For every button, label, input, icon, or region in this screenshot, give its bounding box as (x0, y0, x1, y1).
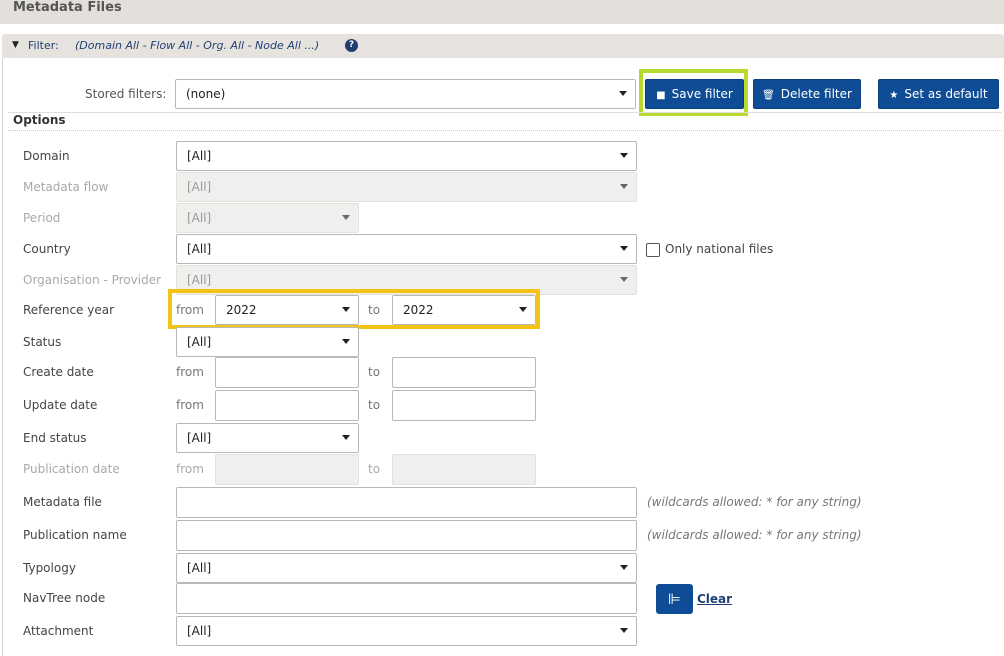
update-date-to-input[interactable] (392, 390, 536, 421)
domain-value: [All] (187, 149, 212, 163)
navtree-label: NavTree node (23, 591, 106, 605)
stored-filters-select[interactable]: (none) (175, 79, 636, 109)
end-status-label: End status (23, 431, 87, 445)
country-label: Country (23, 242, 71, 256)
highlight-reference-year (168, 289, 540, 329)
update-date-to-label: to (368, 398, 381, 412)
create-date-to-label: to (368, 365, 381, 379)
create-date-label: Create date (23, 365, 94, 379)
divider (8, 112, 1002, 113)
status-label: Status (23, 335, 62, 349)
dropdown-arrow-icon (619, 91, 627, 96)
metadata-file-input[interactable] (176, 487, 637, 518)
metadata-file-label: Metadata file (23, 495, 102, 509)
publication-date-to-input (392, 454, 536, 485)
options-title: Options (13, 113, 66, 127)
metadata-flow-value: [All] (187, 180, 212, 194)
clear-link[interactable]: Clear (697, 592, 732, 606)
domain-label: Domain (23, 149, 70, 163)
country-value: [All] (187, 242, 212, 256)
publication-date-label: Publication date (23, 462, 120, 476)
dropdown-arrow-icon (342, 435, 350, 440)
stored-filters-value: (none) (186, 87, 226, 101)
status-value: [All] (187, 335, 212, 349)
typology-label: Typology (23, 561, 76, 575)
page-title: Metadata Files (13, 0, 122, 15)
reference-year-label: Reference year (23, 303, 115, 317)
dropdown-arrow-icon (620, 184, 628, 189)
country-select[interactable]: [All] (176, 234, 637, 264)
create-date-from-input[interactable] (215, 357, 359, 388)
publication-date-from-input (215, 454, 359, 485)
publication-name-input[interactable] (176, 520, 637, 551)
set-default-button[interactable]: ★ Set as default (878, 79, 999, 109)
update-date-label: Update date (23, 398, 98, 412)
update-date-from-input[interactable] (215, 390, 359, 421)
tree-icon: ⊫ (667, 590, 682, 608)
dropdown-arrow-icon (620, 565, 628, 570)
period-select: [All] (176, 203, 359, 233)
publication-date-to-label: to (368, 462, 381, 476)
organisation-value: [All] (187, 273, 212, 287)
dropdown-arrow-icon (620, 277, 628, 282)
page-header: Metadata Files (0, 0, 1004, 24)
create-date-to-input[interactable] (392, 357, 536, 388)
dropdown-arrow-icon (620, 246, 628, 251)
dropdown-arrow-icon (342, 215, 350, 220)
options-divider (8, 130, 1002, 131)
filter-summary: (Domain All - Flow All - Org. All - Node… (75, 39, 320, 52)
tree-picker-button[interactable]: ⊫ (656, 584, 693, 614)
delete-filter-label: Delete filter (780, 87, 852, 101)
set-default-label: Set as default (904, 87, 988, 101)
only-national-label[interactable]: Only national files (665, 242, 773, 256)
dropdown-arrow-icon (620, 153, 628, 158)
attachment-select[interactable]: [All] (176, 616, 637, 646)
metadata-flow-select: [All] (176, 172, 637, 202)
stored-filters-label: Stored filters: (85, 87, 167, 101)
typology-value: [All] (187, 561, 212, 575)
metadata-flow-label: Metadata flow (23, 180, 109, 194)
dropdown-arrow-icon (620, 628, 628, 633)
publication-name-label: Publication name (23, 528, 127, 542)
publication-name-hint: (wildcards allowed: * for any string) (647, 528, 862, 542)
attachment-label: Attachment (23, 624, 94, 638)
create-date-from-label: from (176, 365, 204, 379)
period-value: [All] (187, 211, 212, 225)
metadata-file-hint: (wildcards allowed: * for any string) (647, 495, 862, 509)
dropdown-arrow-icon (342, 339, 350, 344)
publication-date-from-label: from (176, 462, 204, 476)
navtree-input[interactable] (176, 583, 637, 614)
attachment-value: [All] (187, 624, 212, 638)
status-select[interactable]: [All] (176, 327, 359, 357)
delete-filter-button[interactable]: 🗑 Delete filter (753, 79, 861, 109)
period-label: Period (23, 211, 61, 225)
highlight-save-filter (639, 69, 748, 116)
trash-icon: 🗑 (762, 90, 775, 101)
typology-select[interactable]: [All] (176, 553, 637, 583)
filter-bar[interactable]: ▼ Filter: (Domain All - Flow All - Org. … (2, 34, 1004, 58)
only-national-checkbox[interactable] (646, 243, 660, 257)
update-date-from-label: from (176, 398, 204, 412)
star-icon: ★ (889, 90, 899, 101)
collapse-triangle-icon[interactable]: ▼ (12, 40, 19, 50)
help-icon[interactable]: ? (345, 39, 358, 52)
end-status-value: [All] (187, 431, 212, 445)
domain-select[interactable]: [All] (176, 141, 637, 171)
organisation-label: Organisation - Provider (23, 273, 162, 287)
filter-label: Filter: (28, 39, 59, 52)
end-status-select[interactable]: [All] (176, 423, 359, 453)
